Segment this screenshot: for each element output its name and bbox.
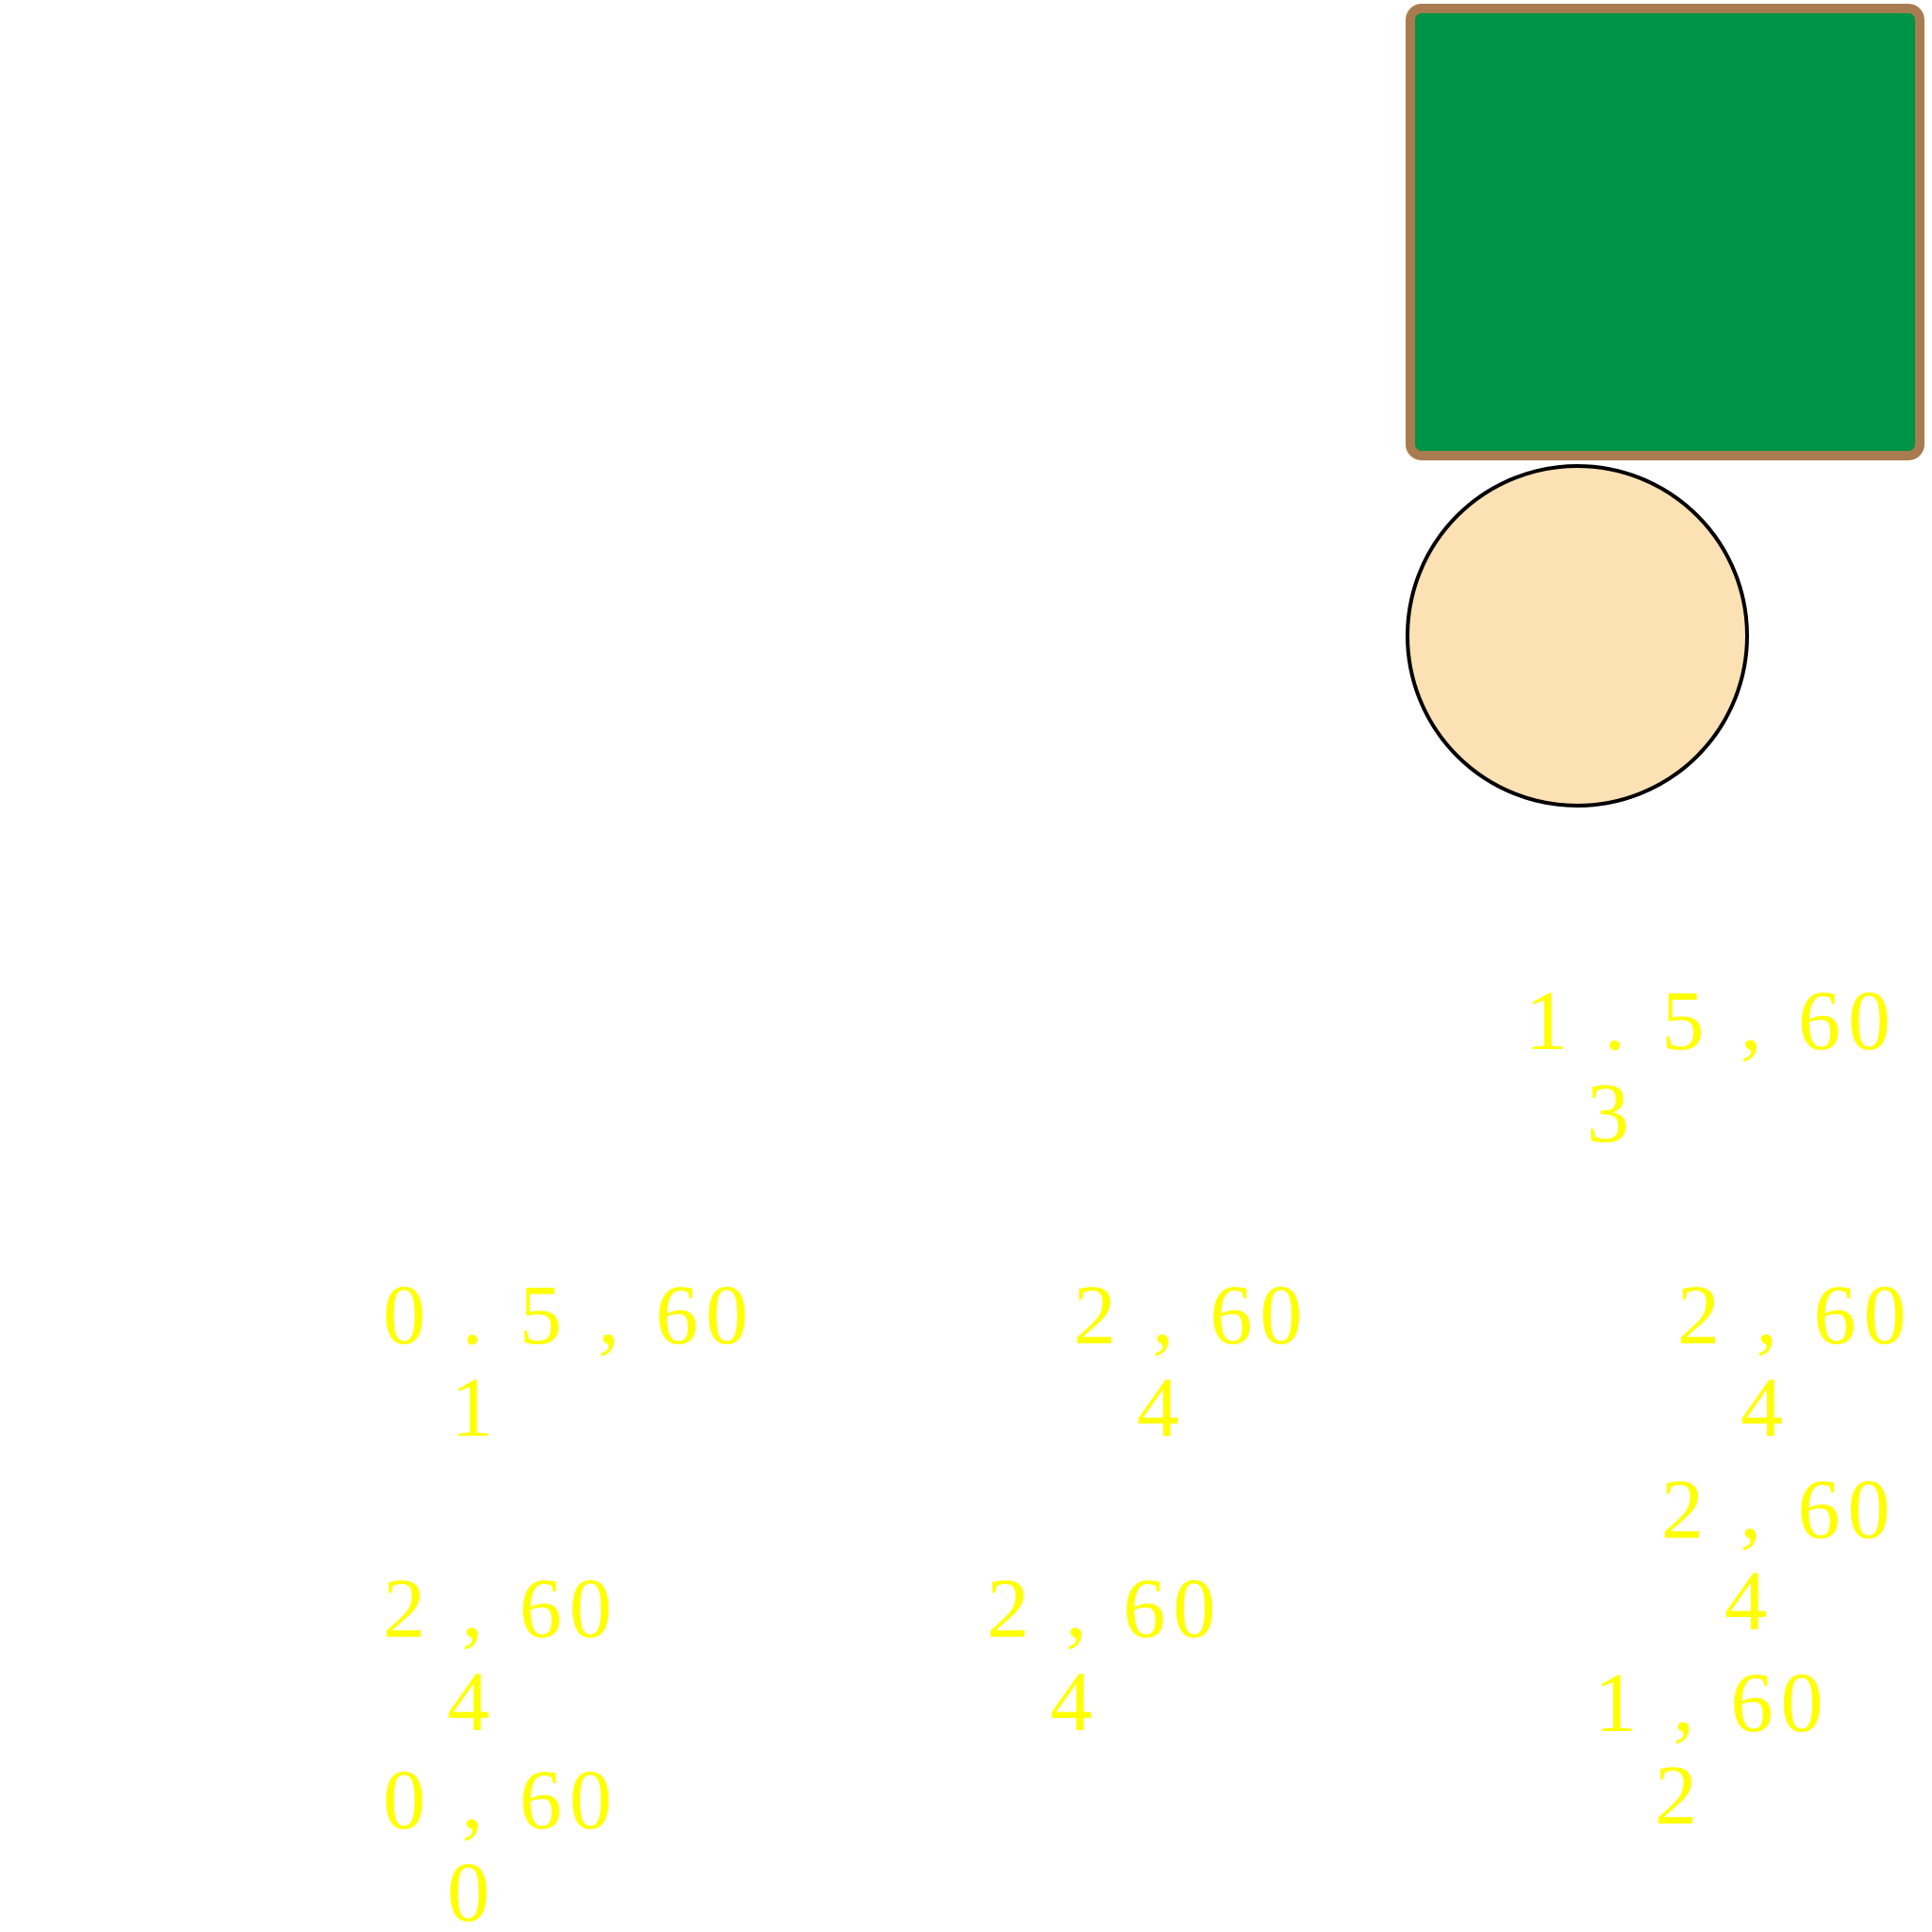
label-e-bottom: 4 [1724, 1555, 1774, 1648]
label-b: 0 . 5 , 60 1 [383, 1269, 756, 1455]
label-c-bottom: 4 [1137, 1361, 1187, 1455]
label-b-top: 0 . 5 , 60 [383, 1269, 756, 1362]
label-a-top: 1 . 5 , 60 [1525, 974, 1898, 1068]
label-i: 0 , 60 0 [383, 1754, 620, 1932]
label-f-top: 2 , 60 [383, 1562, 620, 1656]
label-c: 2 , 60 4 [1074, 1269, 1310, 1455]
label-b-bottom: 1 [451, 1361, 501, 1455]
label-h-top: 1 , 60 [1594, 1657, 1831, 1750]
label-g-top: 2 , 60 [987, 1562, 1224, 1656]
label-g: 2 , 60 4 [987, 1562, 1224, 1749]
label-f: 2 , 60 4 [383, 1562, 620, 1749]
label-i-bottom: 0 [447, 1846, 497, 1932]
label-h-bottom: 2 [1655, 1749, 1705, 1842]
label-g-bottom: 4 [1050, 1656, 1100, 1749]
label-d: 2 , 60 4 [1677, 1269, 1914, 1455]
label-f-bottom: 4 [447, 1656, 497, 1749]
label-c-top: 2 , 60 [1074, 1269, 1310, 1362]
label-d-bottom: 4 [1740, 1361, 1790, 1455]
label-h: 1 , 60 2 [1594, 1657, 1831, 1842]
label-a: 1 . 5 , 60 3 [1525, 974, 1898, 1160]
peach-circle [1406, 464, 1749, 808]
diagram-canvas: 1 . 5 , 60 3 0 . 5 , 60 1 2 , 60 4 2 , 6… [383, 4, 1924, 1932]
green-rectangle [1406, 4, 1924, 460]
label-d-top: 2 , 60 [1677, 1269, 1914, 1362]
label-e: 2 , 60 4 [1661, 1463, 1898, 1648]
label-i-top: 0 , 60 [383, 1754, 620, 1847]
label-e-top: 2 , 60 [1661, 1463, 1898, 1557]
label-a-bottom: 3 [1587, 1067, 1637, 1160]
